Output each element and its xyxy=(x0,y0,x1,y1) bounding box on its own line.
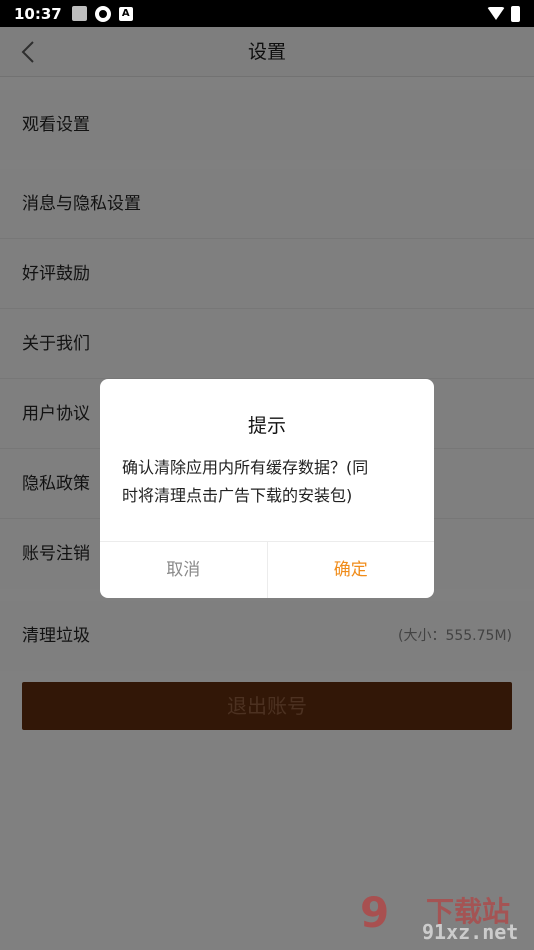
confirm-dialog: 提示 确认清除应用内所有缓存数据？(同 时将清理点击广告下载的安装包) 取消 确… xyxy=(100,379,434,598)
dialog-message-line1: 确认清除应用内所有缓存数据？(同 xyxy=(122,458,369,477)
dialog-title: 提示 xyxy=(247,415,286,437)
status-right xyxy=(487,5,520,22)
gear-icon xyxy=(94,5,111,22)
status-bar: 10:37 A xyxy=(0,0,534,27)
a-icon: A xyxy=(118,6,133,21)
wifi-icon xyxy=(487,7,505,20)
battery-icon xyxy=(511,5,520,22)
watermark: 9 下载站 91xz.net xyxy=(360,888,530,948)
dialog-buttons: 取消 确定 xyxy=(100,541,434,598)
dialog-message: 确认清除应用内所有缓存数据？(同 时将清理点击广告下载的安装包) xyxy=(100,440,434,510)
dialog-message-line2: 时将清理点击广告下载的安装包) xyxy=(122,486,353,505)
confirm-button[interactable]: 确定 xyxy=(268,542,435,598)
watermark-bottom: 91xz.net xyxy=(422,920,519,944)
watermark-logo: 9 xyxy=(360,888,390,937)
status-time: 10:37 xyxy=(14,4,62,23)
cancel-button[interactable]: 取消 xyxy=(100,542,268,598)
square-icon xyxy=(71,6,87,21)
